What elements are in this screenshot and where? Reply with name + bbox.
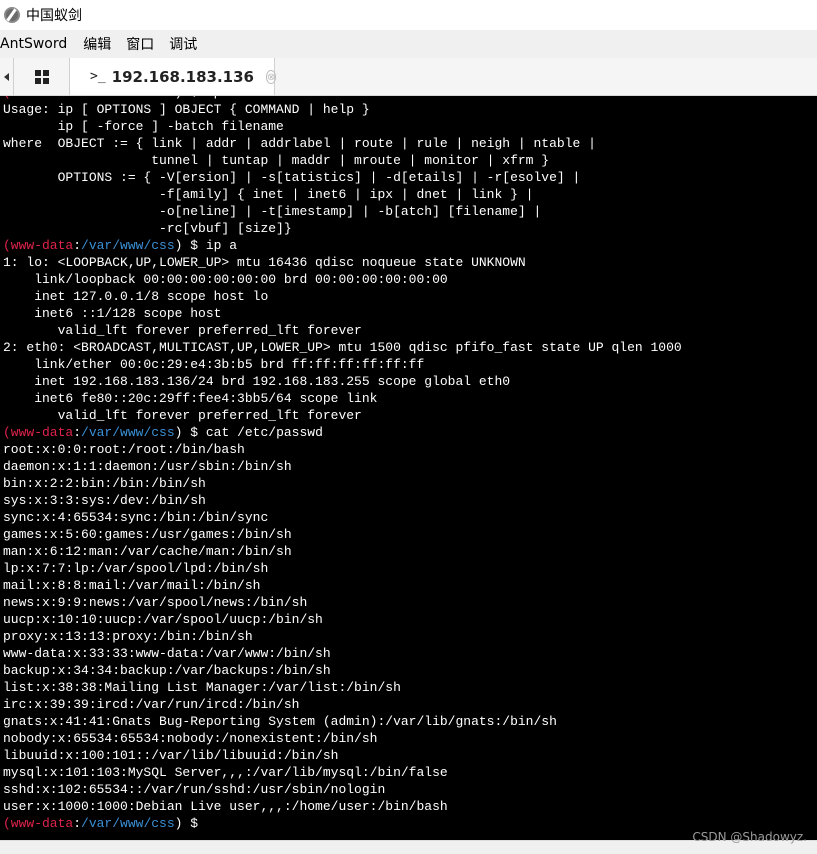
terminal-output-line: list:x:38:38:Mailing List Manager:/var/l… — [3, 680, 401, 695]
terminal-output-line: -o[neline] | -t[imestamp] | -b[atch] [fi… — [3, 204, 542, 219]
terminal-output-line: inet 127.0.0.1/8 scope host lo — [3, 289, 269, 304]
menu-item-antsword[interactable]: AntSword — [0, 36, 75, 52]
terminal-output-line: man:x:6:12:man:/var/cache/man:/bin/sh — [3, 544, 292, 559]
terminal-output-line: uucp:x:10:10:uucp:/var/spool/uucp:/bin/s… — [3, 612, 323, 627]
tab-bar: >_ 192.168.183.136 ⊗ — [0, 58, 817, 96]
prompt-path: /var/www/css — [81, 96, 175, 100]
menu-item-debug[interactable]: 调试 — [169, 34, 205, 54]
terminal-output-line: bin:x:2:2:bin:/bin:/bin/sh — [3, 476, 206, 491]
prompt-user: (www-data — [3, 816, 74, 831]
prompt-path: /var/www/css — [81, 425, 175, 440]
terminal-prompt-icon: >_ — [90, 69, 106, 84]
terminal-output-line: OPTIONS := { -V[ersion] | -s[tatistics] … — [3, 170, 581, 185]
terminal-output-line: backup:x:34:34:backup:/var/backups:/bin/… — [3, 663, 331, 678]
grid-icon — [34, 69, 49, 84]
prompt-separator: : — [73, 238, 82, 253]
prompt-path: /var/www/css — [81, 238, 175, 253]
terminal-output-line: sys:x:3:3:sys:/dev:/bin/sh — [3, 493, 206, 508]
terminal-output-line: -rc[vbuf] [size]} — [3, 221, 292, 236]
terminal-output-line: where OBJECT := { link | addr | addrlabe… — [3, 136, 596, 151]
prompt-separator: : — [73, 816, 82, 831]
terminal-output-line: valid_lft forever preferred_lft forever — [3, 408, 362, 423]
terminal-output-line: gnats:x:41:41:Gnats Bug-Reporting System… — [3, 714, 557, 729]
terminal-output-line: mysql:x:101:103:MySQL Server,,,:/var/lib… — [3, 765, 448, 780]
prompt-separator: : — [73, 96, 81, 100]
terminal-output-line: valid_lft forever preferred_lft forever — [3, 323, 362, 338]
terminal-output-line: mail:x:8:8:mail:/var/mail:/bin/sh — [3, 578, 261, 593]
terminal-output-line: 2: eth0: <BROADCAST,MULTICAST,UP,LOWER_U… — [3, 340, 682, 355]
terminal-output[interactable]: (www-data:/var/www/css) $ ipUsage: ip [ … — [0, 96, 817, 840]
antsword-logo-icon — [4, 7, 20, 23]
tab-home[interactable] — [14, 58, 70, 95]
terminal-output-line: sshd:x:102:65534::/var/run/sshd:/usr/sbi… — [3, 782, 386, 797]
menu-item-window[interactable]: 窗口 — [126, 34, 162, 54]
prompt-command: ) $ ip a — [174, 238, 238, 253]
terminal-output-line: inet6 ::1/128 scope host — [3, 306, 222, 321]
close-icon[interactable]: ⊗ — [266, 69, 277, 84]
prompt-user: (www-data — [3, 238, 74, 253]
terminal-output-line: sync:x:4:65534:sync:/bin:/bin/sync — [3, 510, 269, 525]
chevron-left-icon — [4, 73, 9, 81]
prompt-command: ) $ cat /etc/passwd — [174, 425, 323, 440]
watermark: CSDN @Shadowyz. — [692, 830, 807, 844]
tab-terminal[interactable]: >_ 192.168.183.136 ⊗ — [70, 58, 277, 95]
terminal-output-line: -f[amily] { inet | inet6 | ipx | dnet | … — [3, 187, 534, 202]
terminal-output-line: link/loopback 00:00:00:00:00:00 brd 00:0… — [3, 272, 448, 287]
tab-terminal-label: 192.168.183.136 — [111, 67, 254, 86]
terminal-output-line: link/ether 00:0c:29:e4:3b:b5 brd ff:ff:f… — [3, 357, 425, 372]
terminal-output-line: user:x:1000:1000:Debian Live user,,,:/ho… — [3, 799, 448, 814]
terminal-output-line: tunnel | tuntap | maddr | mroute | monit… — [3, 153, 550, 168]
terminal-output-line: inet6 fe80::20c:29ff:fee4:3bb5/64 scope … — [3, 391, 378, 406]
prompt-command: ) $ — [174, 816, 206, 831]
terminal-output-line: ip [ -force ] -batch filename — [3, 119, 284, 134]
terminal-output-line: libuuid:x:100:101::/var/lib/libuuid:/bin… — [3, 748, 339, 763]
terminal-output-line: inet 192.168.183.136/24 brd 192.168.183.… — [3, 374, 511, 389]
prompt-separator: : — [73, 425, 82, 440]
terminal-output-line: games:x:5:60:games:/usr/games:/bin/sh — [3, 527, 292, 542]
terminal-prompt-line: (www-data:/var/www/css) $ cat /etc/passw… — [3, 424, 682, 441]
terminal-prompt-line: (www-data:/var/www/css) $ ip a — [3, 237, 682, 254]
terminal-output-line: news:x:9:9:news:/var/spool/news:/bin/sh — [3, 595, 308, 610]
terminal-output-line: lp:x:7:7:lp:/var/spool/lpd:/bin/sh — [3, 561, 269, 576]
terminal-output-line: www-data:x:33:33:www-data:/var/www:/bin/… — [3, 646, 331, 661]
terminal-output-line: nobody:x:65534:65534:nobody:/nonexistent… — [3, 731, 378, 746]
terminal-output-line: 1: lo: <LOOPBACK,UP,LOWER_UP> mtu 16436 … — [3, 255, 526, 270]
terminal-output-line: Usage: ip [ OPTIONS ] OBJECT { COMMAND |… — [3, 102, 370, 117]
terminal-output-line: root:x:0:0:root:/root:/bin/bash — [3, 442, 245, 457]
terminal-output-line: proxy:x:13:13:proxy:/bin:/bin/sh — [3, 629, 253, 644]
prompt-user: (www-data — [3, 425, 74, 440]
window-title: 中国蚁剑 — [26, 8, 82, 24]
terminal-output-line: irc:x:39:39:ircd:/var/run/ircd:/bin/sh — [3, 697, 300, 712]
terminal-output-line: daemon:x:1:1:daemon:/usr/sbin:/bin/sh — [3, 459, 292, 474]
terminal-prompt-line: (www-data:/var/www/css) $ — [3, 815, 682, 832]
menu-bar: AntSword 编辑 窗口 调试 — [0, 30, 817, 58]
prompt-command: ) $ ip — [175, 96, 222, 100]
menu-item-edit[interactable]: 编辑 — [83, 34, 119, 54]
tab-scroll-left-button[interactable] — [0, 58, 14, 96]
terminal-lines: (www-data:/var/www/css) $ ipUsage: ip [ … — [3, 96, 682, 832]
prompt-path: /var/www/css — [81, 816, 175, 831]
title-bar: 中国蚁剑 — [0, 0, 817, 30]
prompt-user: (www-data — [3, 96, 73, 100]
